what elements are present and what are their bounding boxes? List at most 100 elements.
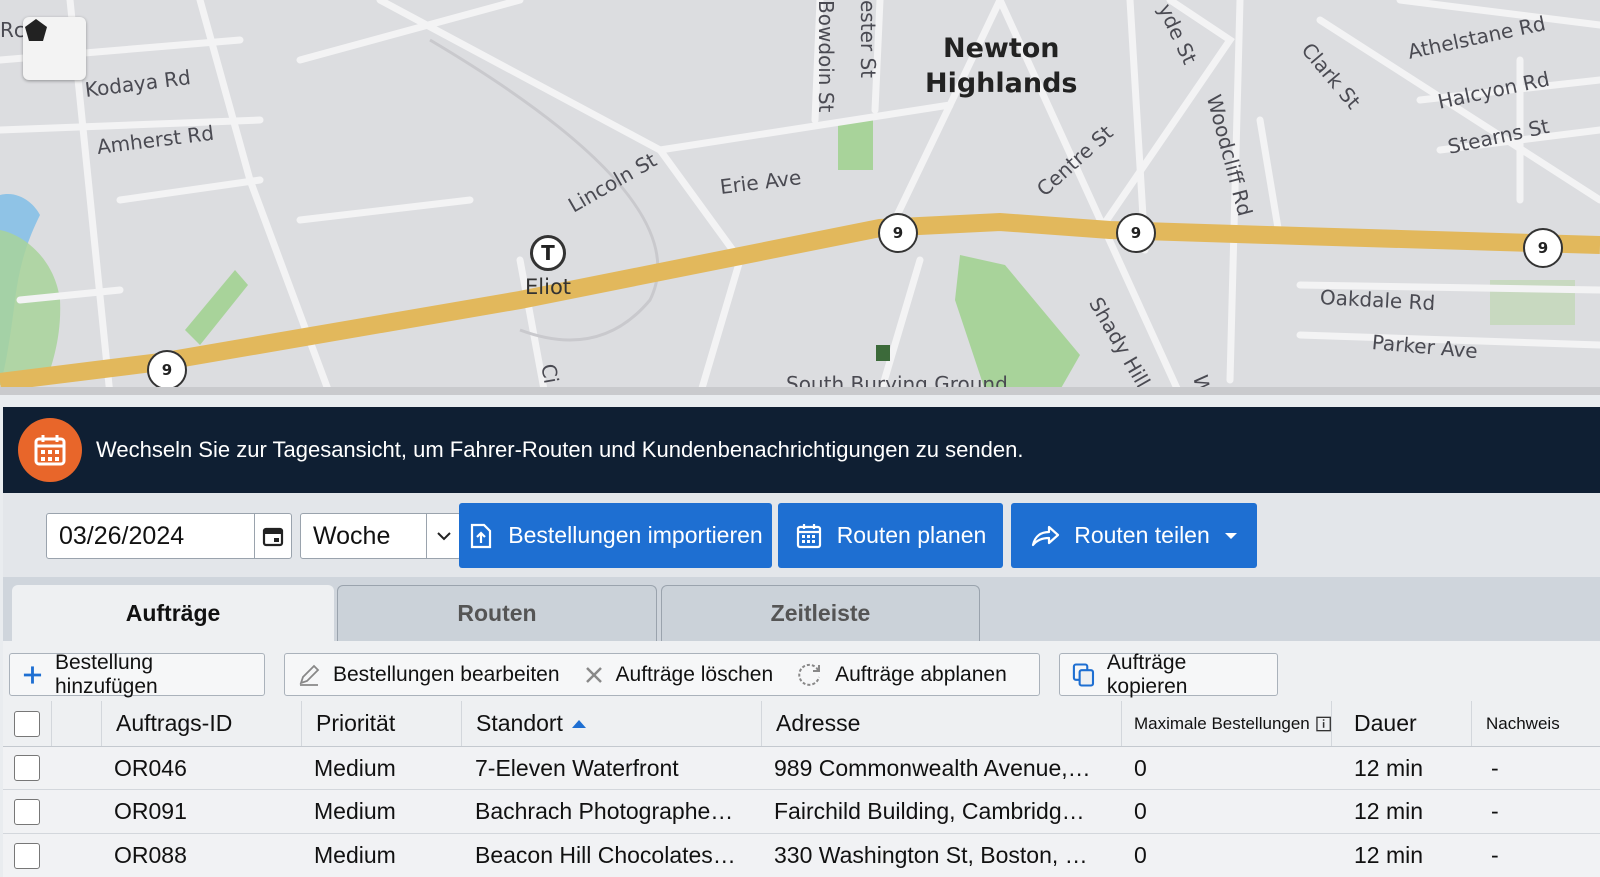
street-label: Bowdoin St — [814, 0, 838, 113]
unplan-orders-button[interactable]: Aufträge abplanen — [785, 654, 1019, 695]
column-header-proof[interactable]: Nachweis — [1471, 701, 1600, 746]
plus-icon — [23, 665, 42, 684]
column-header-location-label: Standort — [476, 710, 563, 736]
cell-id: OR088 — [114, 842, 187, 868]
unplan-orders-label: Aufträge abplanen — [835, 662, 1007, 686]
date-value[interactable]: 03/26/2024 — [47, 522, 254, 551]
copy-orders-button[interactable]: Aufträge kopieren — [1059, 650, 1278, 698]
date-picker[interactable]: 03/26/2024 — [46, 513, 292, 559]
orders-table: Auftrags-ID Priorität Standort Adresse M… — [3, 701, 1600, 877]
street-label: Ci — [536, 362, 564, 386]
cell-priority: Medium — [314, 842, 396, 868]
route-shield-icon: 9 — [1116, 213, 1156, 253]
tab-bar: Aufträge Routen Zeitleiste — [3, 577, 1600, 641]
banner-text: Wechseln Sie zur Tagesansicht, um Fahrer… — [96, 437, 1024, 462]
column-header-location[interactable]: Standort — [461, 701, 761, 746]
cell-location: Bachrach Photographe… — [475, 798, 734, 824]
refresh-icon — [798, 663, 821, 686]
info-banner: Wechseln Sie zur Tagesansicht, um Fahrer… — [3, 407, 1600, 493]
pentagon-icon — [25, 19, 47, 41]
select-all-checkbox[interactable] — [14, 710, 40, 737]
calendar-icon — [796, 523, 821, 548]
transit-station-label: Eliot — [525, 275, 572, 299]
select-all-cell — [3, 701, 51, 746]
toolbar: 03/26/2024 Woche Bestellungen importiere… — [3, 493, 1600, 577]
cell-priority: Medium — [314, 754, 396, 781]
cell-max-orders: 0 — [1134, 754, 1147, 781]
plan-routes-button[interactable]: Routen planen — [778, 503, 1003, 568]
cell-location: Beacon Hill Chocolates… — [475, 842, 736, 868]
row-select-cell — [3, 834, 51, 877]
row-select-cell — [3, 790, 51, 833]
calendar-icon[interactable] — [254, 514, 291, 558]
row-checkbox[interactable] — [14, 842, 40, 869]
tab-routes[interactable]: Routen — [337, 585, 657, 641]
close-icon — [585, 666, 602, 683]
cell-address: Fairchild Building, Cambridg… — [774, 798, 1085, 824]
route-shield-icon: 9 — [878, 213, 918, 253]
map-draw-polygon-button[interactable] — [23, 17, 86, 80]
district-label-line: Newton — [942, 33, 1060, 64]
row-checkbox[interactable] — [14, 798, 40, 825]
cell-duration: 12 min — [1354, 798, 1424, 824]
share-arrow-icon — [1032, 525, 1060, 546]
column-header-priority[interactable]: Priorität — [301, 701, 461, 746]
map-resize-handle[interactable] — [0, 387, 1600, 395]
street-label: ester St — [856, 0, 880, 78]
delete-orders-button[interactable]: Aufträge löschen — [572, 654, 786, 695]
transit-station-icon[interactable]: T — [530, 235, 566, 271]
row-checkbox[interactable] — [14, 755, 40, 781]
bulk-actions-group: Bestellungen bearbeiten Aufträge löschen… — [284, 653, 1040, 696]
cell-proof: - — [1491, 842, 1499, 868]
column-header-duration[interactable]: Dauer — [1331, 701, 1471, 746]
district-label-line: Highlands — [925, 68, 1078, 99]
calendar-icon — [18, 418, 82, 482]
row-action-column-header — [51, 701, 101, 746]
table-header-row: Auftrags-ID Priorität Standort Adresse M… — [3, 701, 1600, 747]
column-header-address[interactable]: Adresse — [761, 701, 1121, 746]
upload-file-icon — [471, 523, 492, 548]
map-view[interactable]: Rc Kodaya Rd Amherst Rd Lincoln St Erie … — [0, 0, 1600, 395]
share-routes-button[interactable]: Routen teilen — [1011, 503, 1257, 568]
add-order-button[interactable]: Bestellung hinzufügen — [9, 651, 265, 698]
period-select[interactable]: Woche — [300, 513, 461, 559]
table-row[interactable]: OR091 Medium Bachrach Photographe… Fairc… — [3, 790, 1600, 834]
sort-ascending-icon — [571, 719, 586, 728]
cell-max-orders: 0 — [1134, 798, 1147, 824]
map-canvas — [0, 0, 1600, 395]
tab-orders[interactable]: Aufträge — [12, 585, 334, 641]
copy-orders-label: Aufträge kopieren — [1106, 650, 1188, 698]
cell-proof: - — [1491, 798, 1499, 824]
import-orders-button[interactable]: Bestellungen importieren — [459, 503, 772, 568]
caret-down-icon — [1224, 532, 1237, 539]
app-root: Rc Kodaya Rd Amherst Rd Lincoln St Erie … — [0, 0, 1600, 877]
column-header-max-orders-label: Maximale Bestellungen — [1134, 713, 1310, 733]
period-value[interactable]: Woche — [301, 522, 426, 551]
table-row[interactable]: OR046 Medium 7-Eleven Waterfront 989 Com… — [3, 747, 1600, 790]
edit-orders-label: Bestellungen bearbeiten — [333, 662, 560, 686]
orders-action-bar: Bestellung hinzufügen Bestellungen bearb… — [3, 641, 1600, 701]
plan-routes-label: Routen planen — [836, 522, 987, 548]
cell-max-orders: 0 — [1134, 842, 1147, 868]
table-row[interactable]: OR088 Medium Beacon Hill Chocolates… 330… — [3, 834, 1600, 877]
tab-timeline[interactable]: Zeitleiste — [661, 585, 980, 641]
cell-location: 7-Eleven Waterfront — [475, 754, 679, 781]
column-header-max-orders[interactable]: Maximale Bestellungen — [1121, 701, 1331, 746]
route-shield-icon: 9 — [147, 350, 187, 390]
cell-id: OR091 — [114, 798, 187, 824]
chevron-down-icon[interactable] — [426, 514, 460, 558]
edit-orders-button[interactable]: Bestellungen bearbeiten — [285, 654, 572, 695]
copy-icon — [1072, 662, 1095, 687]
cell-duration: 12 min — [1354, 754, 1424, 781]
route-shield-icon: 9 — [1523, 228, 1563, 268]
cell-address: 989 Commonwealth Avenue,… — [774, 754, 1091, 781]
column-header-id[interactable]: Auftrags-ID — [101, 701, 301, 746]
import-orders-label: Bestellungen importieren — [508, 522, 763, 548]
cell-duration: 12 min — [1354, 842, 1424, 868]
share-routes-label: Routen teilen — [1074, 522, 1210, 548]
info-icon[interactable] — [1316, 716, 1331, 732]
district-label: Newton Highlands — [925, 31, 1078, 101]
pencil-icon — [299, 664, 320, 686]
cell-proof: - — [1491, 754, 1499, 781]
cell-priority: Medium — [314, 798, 396, 824]
